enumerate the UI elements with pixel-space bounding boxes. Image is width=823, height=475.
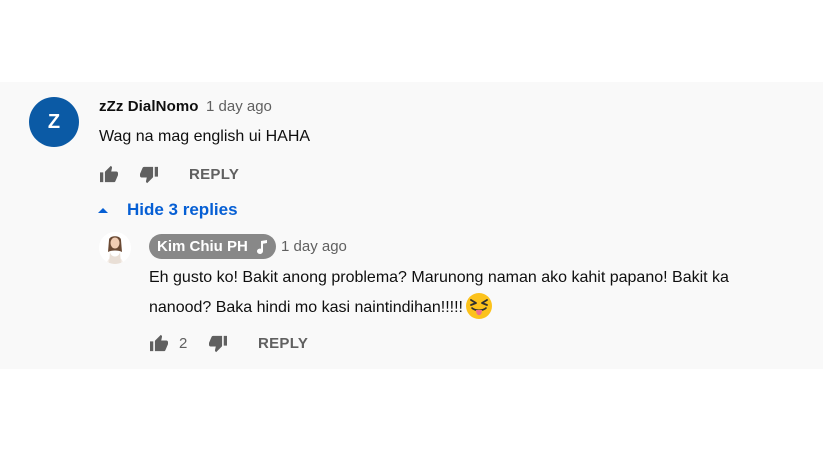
- caret-up-icon: [98, 208, 108, 213]
- thumbs-up-icon[interactable]: [149, 334, 169, 352]
- like-count: 2: [179, 335, 188, 352]
- avatar-letter: Z: [47, 110, 61, 133]
- thumbs-up-icon[interactable]: [99, 165, 119, 183]
- avatar[interactable]: Z: [29, 97, 79, 147]
- reply-reply-button[interactable]: REPLY: [258, 335, 308, 352]
- comment-author[interactable]: zZz DialNomo: [99, 97, 199, 117]
- comment-text: Wag na mag english ui HAHA: [99, 128, 311, 145]
- hide-replies-label: Hide 3 replies: [127, 200, 238, 219]
- reply-text-line1: Eh gusto ko! Bakit anong problema? Marun…: [149, 269, 729, 286]
- reply-text-line2: nanood? Baka hindi mo kasi naintindihan!…: [149, 299, 463, 316]
- music-note-icon: [256, 239, 267, 254]
- reply-avatar[interactable]: [99, 232, 131, 264]
- thumbs-down-icon[interactable]: [208, 335, 228, 353]
- avatar-photo-icon: [99, 232, 131, 264]
- reply-timestamp[interactable]: 1 day ago: [281, 237, 347, 257]
- channel-owner-badge[interactable]: Kim Chiu PH: [149, 234, 276, 259]
- reply-text-line2-wrap: nanood? Baka hindi mo kasi naintindihan!…: [149, 292, 493, 320]
- comment-timestamp[interactable]: 1 day ago: [206, 97, 272, 117]
- reply-author: Kim Chiu PH: [157, 238, 248, 255]
- hide-replies-button[interactable]: Hide 3 replies: [97, 199, 238, 221]
- thumbs-down-icon[interactable]: [139, 166, 159, 184]
- reply-button[interactable]: REPLY: [189, 166, 239, 183]
- squinting-face-with-tongue-icon: [466, 293, 492, 319]
